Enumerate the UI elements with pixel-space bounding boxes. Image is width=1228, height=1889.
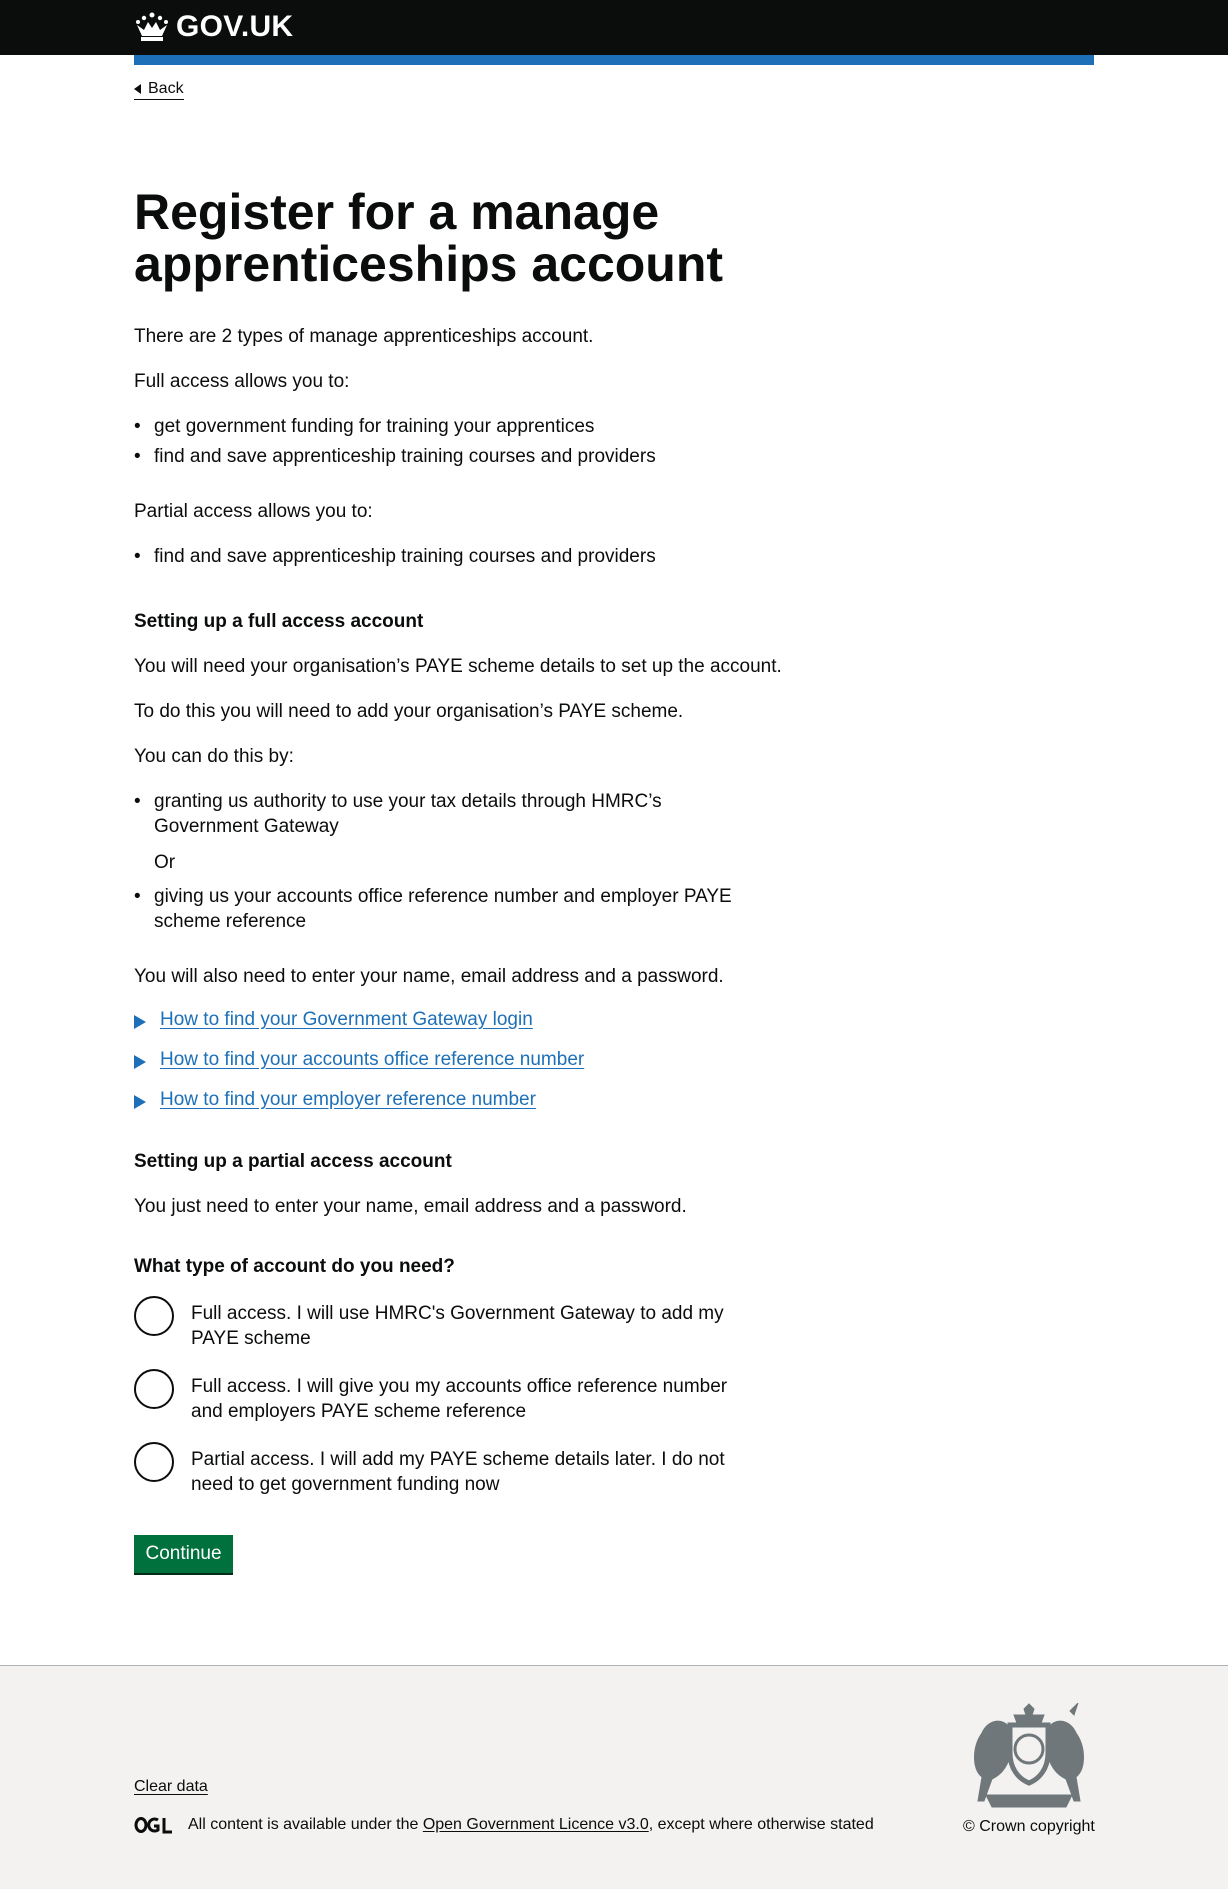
radio-label[interactable]: Full access. I will use HMRC's Governmen…: [191, 1296, 751, 1351]
or-text: Or: [154, 852, 176, 873]
full-access-intro: Full access allows you to:: [134, 371, 350, 392]
details-accounts-office[interactable]: How to find your accounts office referen…: [134, 1049, 584, 1071]
list-item: find and save apprenticeship training co…: [134, 444, 774, 469]
details-summary-link[interactable]: How to find your employer reference numb…: [160, 1089, 536, 1111]
royal-coat-of-arms-icon: [974, 1703, 1084, 1808]
full-access-paragraph-1: You will need your organisation’s PAYE s…: [134, 656, 782, 677]
radio-button[interactable]: [134, 1296, 174, 1336]
triangle-right-icon: [134, 1015, 146, 1029]
copyright-text: © Crown copyright: [963, 1818, 1095, 1835]
partial-access-paragraph: You just need to enter your name, email …: [134, 1196, 687, 1217]
radio-full-access-gateway[interactable]: Full access. I will use HMRC's Governmen…: [134, 1296, 754, 1351]
licence-statement: All content is available under the Open …: [134, 1816, 874, 1834]
back-link[interactable]: Back: [134, 79, 184, 100]
intro-text: There are 2 types of manage apprenticesh…: [134, 326, 594, 347]
details-employer-reference[interactable]: How to find your employer reference numb…: [134, 1089, 536, 1111]
full-access-paragraph-4: You will also need to enter your name, e…: [134, 966, 724, 987]
licence-prefix: All content is available under the: [188, 1816, 423, 1833]
full-access-methods: granting us authority to use your tax de…: [134, 789, 754, 839]
govuk-logo-link[interactable]: GOV.UK: [134, 8, 293, 46]
clear-data-link[interactable]: Clear data: [134, 1778, 208, 1796]
full-access-list: get government funding for training your…: [134, 414, 774, 469]
account-type-question: What type of account do you need?: [134, 1256, 455, 1277]
partial-access-heading: Setting up a partial access account: [134, 1151, 452, 1172]
licence-suffix: , except where otherwise stated: [648, 1816, 874, 1833]
radio-label[interactable]: Full access. I will give you my accounts…: [191, 1369, 751, 1424]
full-access-paragraph-3: You can do this by:: [134, 746, 294, 767]
radio-partial-access[interactable]: Partial access. I will add my PAYE schem…: [134, 1442, 754, 1497]
full-access-paragraph-2: To do this you will need to add your org…: [134, 701, 684, 722]
radio-full-access-reference[interactable]: Full access. I will give you my accounts…: [134, 1369, 754, 1424]
radio-button[interactable]: [134, 1369, 174, 1409]
list-item: granting us authority to use your tax de…: [134, 789, 754, 839]
triangle-right-icon: [134, 1055, 146, 1069]
ogl-link[interactable]: Open Government Licence v3.0: [423, 1816, 649, 1834]
details-summary-link[interactable]: How to find your accounts office referen…: [160, 1049, 584, 1071]
full-access-heading: Setting up a full access account: [134, 611, 424, 632]
list-item: giving us your accounts office reference…: [134, 884, 754, 934]
logo-text: GOV.UK: [176, 10, 294, 43]
continue-button[interactable]: Continue: [134, 1535, 233, 1573]
list-item: get government funding for training your…: [134, 414, 774, 439]
page-title: Register for a manage apprenticeships ac…: [134, 184, 724, 292]
radio-label[interactable]: Partial access. I will add my PAYE schem…: [191, 1442, 751, 1497]
list-item: find and save apprenticeship training co…: [134, 544, 774, 569]
header-accent-bar: [134, 55, 1094, 65]
full-access-methods-2: giving us your accounts office reference…: [134, 884, 754, 934]
partial-access-intro: Partial access allows you to:: [134, 501, 373, 522]
site-header: GOV.UK: [0, 0, 1228, 55]
radio-button[interactable]: [134, 1442, 174, 1482]
details-government-gateway[interactable]: How to find your Government Gateway logi…: [134, 1009, 533, 1031]
details-summary-link[interactable]: How to find your Government Gateway logi…: [160, 1009, 533, 1031]
crown-icon: [136, 12, 168, 41]
triangle-right-icon: [134, 1095, 146, 1109]
ogl-logo-icon: [134, 1817, 172, 1834]
partial-access-list: find and save apprenticeship training co…: [134, 544, 774, 569]
